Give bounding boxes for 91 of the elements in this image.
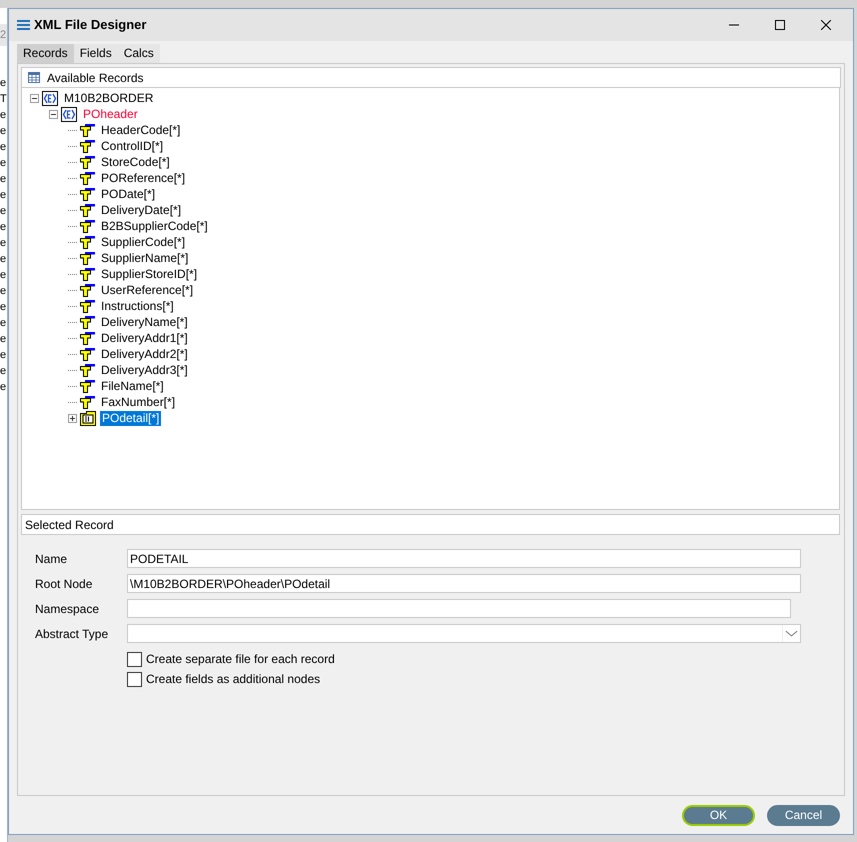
tree-item[interactable]: SupplierName[*]: [99, 250, 190, 266]
tree-item[interactable]: POheader: [81, 106, 140, 122]
tree-item[interactable]: DeliveryName[*]: [99, 314, 190, 330]
tree-item[interactable]: DeliveryAddr1[*]: [99, 330, 190, 346]
text-fragment: e: [0, 268, 7, 283]
field-icon: [80, 204, 95, 216]
tree-item[interactable]: HeaderCode[*]: [99, 122, 182, 138]
text-fragment: e: [0, 380, 7, 395]
field-icon: [80, 348, 95, 360]
field-icon: [80, 188, 95, 200]
tree-item[interactable]: FileName[*]: [99, 378, 166, 394]
collapse-icon[interactable]: [49, 110, 58, 118]
tree-item[interactable]: SupplierStoreID[*]: [99, 266, 200, 282]
tree-item[interactable]: B2BSupplierCode[*]: [99, 218, 210, 234]
field-label: Name: [35, 551, 68, 568]
field-icon: [80, 396, 95, 408]
dropdown-field[interactable]: [127, 624, 801, 643]
tree-item[interactable]: UserReference[*]: [99, 282, 196, 298]
text-fragment: 2: [0, 24, 7, 46]
panel-title: Selected Record: [25, 516, 114, 534]
menu-icon: [17, 20, 30, 30]
checkbox[interactable]: [127, 652, 142, 666]
tree-item[interactable]: PODate[*]: [99, 186, 158, 202]
element-icon: [61, 106, 77, 122]
element-icon: [42, 90, 58, 106]
text-fragment: e: [0, 220, 7, 235]
field-icon: [80, 332, 95, 344]
tree-item[interactable]: Instructions[*]: [99, 298, 176, 314]
text-fragment: e: [0, 252, 7, 267]
field-label: Root Node: [35, 576, 94, 593]
field-icon: [80, 380, 95, 392]
field-icon: [80, 236, 95, 248]
tree-item[interactable]: StoreCode[*]: [99, 154, 172, 170]
maximize-icon: [775, 20, 785, 30]
field-icon: [80, 268, 95, 280]
text-fragment: e: [0, 140, 7, 155]
tree-item[interactable]: DeliveryAddr3[*]: [99, 362, 190, 378]
text-fragment: e: [0, 284, 7, 299]
field-icon: [80, 220, 95, 232]
tree-item[interactable]: M10B2BORDER: [62, 90, 156, 106]
text-fragment: e: [0, 332, 7, 347]
ok-button[interactable]: OK: [682, 804, 755, 826]
tree-item[interactable]: DeliveryAddr2[*]: [99, 346, 190, 362]
tree-item[interactable]: POReference[*]: [99, 170, 188, 186]
text-fragment: e: [0, 124, 7, 139]
close-icon: [821, 20, 831, 30]
field-label: Namespace: [35, 601, 100, 618]
input-field[interactable]: PODETAIL: [127, 549, 801, 568]
tree-item[interactable]: ControlID[*]: [99, 138, 166, 154]
text-fragment: e: [0, 316, 7, 331]
text-fragment: e: [0, 108, 7, 123]
expand-icon[interactable]: [68, 414, 77, 422]
checkbox[interactable]: [127, 672, 142, 686]
field-icon: [80, 156, 95, 168]
field-icon: [80, 364, 95, 376]
text-fragment: T: [0, 92, 7, 107]
record-icon: [80, 410, 96, 426]
tree-item[interactable]: DeliveryDate[*]: [99, 202, 184, 218]
tab[interactable]: Calcs: [118, 44, 160, 63]
text-fragment: e: [0, 236, 7, 251]
text-fragment: e: [0, 172, 7, 187]
cancel-button[interactable]: Cancel: [767, 804, 840, 826]
field-icon: [80, 172, 95, 184]
field-icon: [80, 284, 95, 296]
tree-item[interactable]: POdetail[*]: [100, 410, 162, 426]
panel-title: Available Records: [47, 70, 144, 86]
checkbox-label: Create fields as additional nodes: [146, 671, 320, 688]
window-title: XML File Designer: [34, 16, 146, 34]
table-icon: [28, 72, 40, 83]
tab[interactable]: Records: [17, 44, 74, 63]
field-icon: [80, 124, 95, 136]
text-fragment: e: [0, 156, 7, 171]
checkbox-label: Create separate file for each record: [146, 651, 335, 668]
tree-item[interactable]: SupplierCode[*]: [99, 234, 188, 250]
field-icon: [80, 140, 95, 152]
tree-item[interactable]: FaxNumber[*]: [99, 394, 178, 410]
text-fragment: e: [0, 364, 7, 379]
collapse-icon[interactable]: [30, 94, 39, 102]
field-icon: [80, 316, 95, 328]
input-field[interactable]: \M10B2BORDER\POheader\POdetail: [127, 574, 801, 593]
field-icon: [80, 252, 95, 264]
field-label: Abstract Type: [35, 626, 110, 643]
text-fragment: e: [0, 348, 7, 363]
text-fragment: e: [0, 76, 7, 91]
chevron-down-icon: [782, 625, 800, 642]
text-fragment: e: [0, 300, 7, 315]
text-fragment: e: [0, 188, 7, 203]
input-field[interactable]: [127, 599, 791, 618]
tab[interactable]: Fields: [74, 44, 118, 63]
field-icon: [80, 300, 95, 312]
text-fragment: e: [0, 204, 7, 219]
